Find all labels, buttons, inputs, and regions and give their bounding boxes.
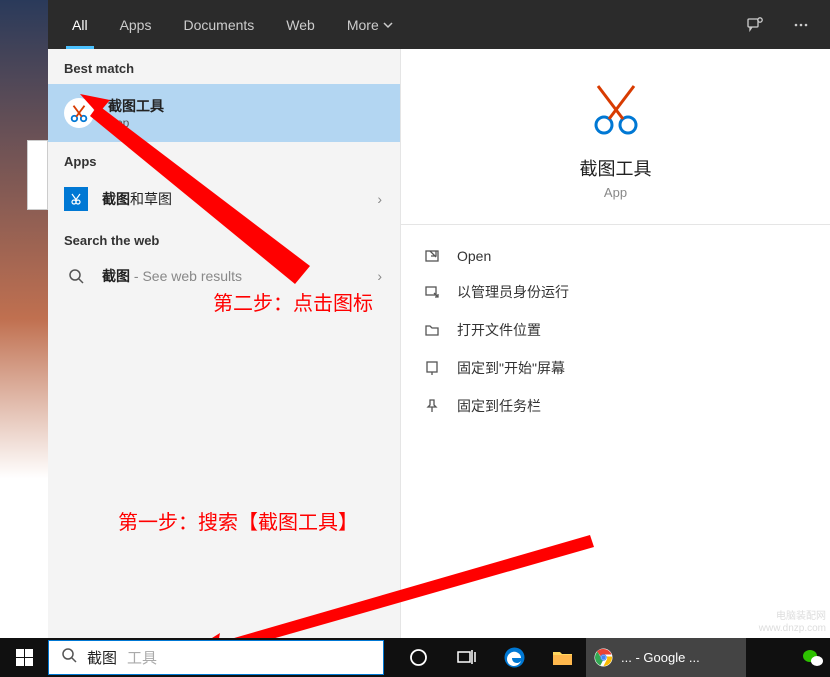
best-match-text: 截图工具 App [108,96,164,130]
best-match-result[interactable]: 截图工具 App [48,84,400,142]
cortana-button[interactable] [394,638,442,677]
admin-icon [423,284,441,300]
search-typed-text: 截图 [87,647,117,668]
action-run-admin[interactable]: 以管理员身份运行 [401,273,830,311]
app-result-label: 截图和草图 [102,189,172,209]
chrome-icon [594,648,613,667]
chrome-window-title: ... - Google ... [621,650,700,665]
preview-title: 截图工具 [580,155,652,181]
action-list: Open 以管理员身份运行 打开文件位置 固定到"开始"屏幕 固定到任务栏 [401,225,830,439]
action-open[interactable]: Open [401,239,830,273]
action-label: 固定到任务栏 [457,396,541,416]
taskbar-edge[interactable] [490,638,538,677]
taskbar-file-explorer[interactable] [538,638,586,677]
start-button[interactable] [0,638,48,677]
action-file-location[interactable]: 打开文件位置 [401,311,830,349]
tab-all[interactable]: All [56,0,104,49]
chevron-right-icon: › [377,268,382,284]
preview-subtitle: App [604,185,627,200]
folder-icon [423,322,441,338]
pin-start-icon [423,360,441,376]
search-icon [61,647,77,668]
snip-sketch-icon [64,187,88,211]
wechat-icon [802,648,824,668]
web-result[interactable]: 截图 - See web results › [48,256,400,296]
system-tray[interactable] [796,638,830,677]
section-best-match: Best match [48,49,400,84]
search-ghost-text: 工具 [127,647,157,668]
desktop-background [0,0,48,638]
search-results: Best match 截图工具 App Apps 截图和草图 › Search … [48,49,830,638]
desktop-widget [27,140,48,210]
best-match-title: 截图工具 [108,96,164,116]
tab-web[interactable]: Web [270,0,331,49]
search-tabs: All Apps Documents Web More [56,0,409,49]
chevron-right-icon: › [377,191,382,207]
pin-taskbar-icon [423,398,441,414]
open-icon [423,248,441,264]
action-label: 固定到"开始"屏幕 [457,358,565,378]
results-list: Best match 截图工具 App Apps 截图和草图 › Search … [48,49,400,638]
snipping-tool-icon-large [581,79,651,139]
action-label: 打开文件位置 [457,320,541,340]
tab-apps[interactable]: Apps [104,0,168,49]
action-pin-taskbar[interactable]: 固定到任务栏 [401,387,830,425]
task-view-button[interactable] [442,638,490,677]
search-icon [64,268,88,284]
tab-more-label: More [347,17,379,33]
preview-header: 截图工具 App [401,49,830,225]
best-match-subtitle: App [108,116,164,130]
action-pin-start[interactable]: 固定到"开始"屏幕 [401,349,830,387]
feedback-icon[interactable] [734,4,776,46]
taskbar: 截图工具 ... - Google ... [0,638,830,677]
app-result-snip-sketch[interactable]: 截图和草图 › [48,177,400,221]
preview-pane: 截图工具 App Open 以管理员身份运行 打开文件位置 固定到"开始"屏幕 [400,49,830,638]
chevron-down-icon [383,20,393,30]
more-options-icon[interactable] [780,4,822,46]
action-label: Open [457,248,491,264]
watermark: 电脑装配网 www.dnzp.com [759,611,826,635]
web-result-label: 截图 - See web results [102,266,242,286]
tab-more[interactable]: More [331,0,409,49]
taskbar-chrome-window[interactable]: ... - Google ... [586,638,746,677]
section-apps: Apps [48,142,400,177]
section-search-web: Search the web [48,221,400,256]
taskbar-search-input[interactable]: 截图工具 [48,640,384,675]
search-header: All Apps Documents Web More [48,0,830,49]
snipping-tool-icon [64,98,94,128]
tab-documents[interactable]: Documents [167,0,270,49]
action-label: 以管理员身份运行 [457,282,569,302]
